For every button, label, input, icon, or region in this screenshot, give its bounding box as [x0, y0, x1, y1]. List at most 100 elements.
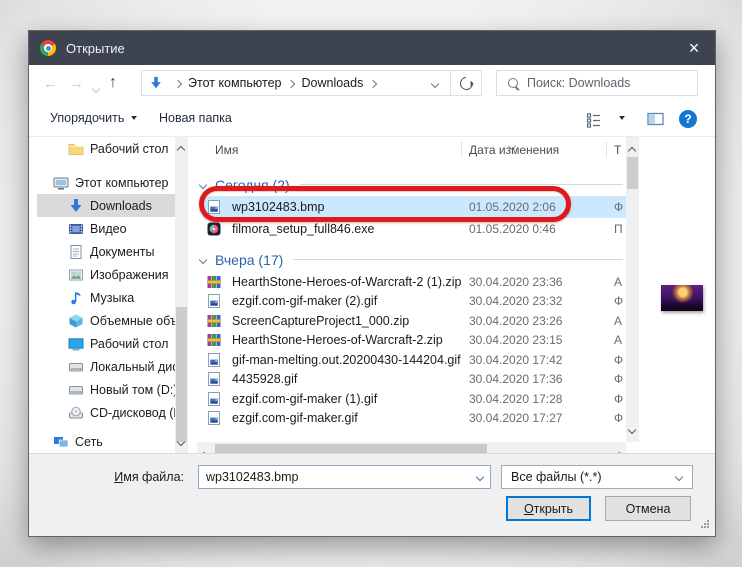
refresh-icon [456, 73, 476, 93]
open-button[interactable]: Открыть [506, 496, 591, 521]
documents-icon [68, 244, 84, 260]
up-button[interactable]: ↑ [109, 75, 117, 91]
column-header-date[interactable]: Дата изменения [469, 143, 559, 157]
dropdown-triangle-icon [131, 116, 138, 120]
filename-label: Имя файла: [114, 470, 184, 484]
column-separator[interactable] [461, 141, 462, 158]
search-placeholder: Поиск: Downloads [527, 76, 631, 90]
filetype-select[interactable]: Все файлы (*.*) [501, 465, 693, 489]
change-view-dropdown[interactable] [612, 116, 625, 120]
organize-button[interactable]: Упорядочить [50, 111, 138, 125]
sidebar-item-label: Локальный дис [90, 359, 175, 374]
sidebar-item-2[interactable]: Downloads [37, 194, 175, 217]
sidebar-item-label: Сеть [75, 434, 103, 449]
file-row[interactable]: 4435928.gif 30.04.2020 17:36 Ф [203, 370, 626, 390]
address-dropdown-button[interactable] [430, 76, 440, 90]
forward-button[interactable]: → [69, 76, 84, 91]
sidebar-item-12[interactable]: Сеть [37, 430, 175, 453]
file-row[interactable]: ScreenCaptureProject1_000.zip 30.04.2020 … [203, 311, 626, 331]
chevron-down-icon [91, 84, 101, 94]
change-view-button[interactable] [586, 112, 602, 131]
file-type: А [614, 333, 623, 348]
search-input[interactable]: Поиск: Downloads [496, 70, 698, 96]
resize-grip[interactable] [700, 518, 710, 532]
command-toolbar: Упорядочить Новая папка ? [29, 102, 715, 137]
new-folder-button[interactable]: Новая папка [159, 111, 232, 125]
scrollbar-thumb[interactable] [176, 307, 187, 442]
scroll-down-icon[interactable] [627, 420, 637, 438]
sidebar-item-11[interactable]: CD-дисковод (F [37, 401, 175, 424]
file-date: 30.04.2020 23:26 [469, 313, 563, 328]
sidebar-item-7[interactable]: Объемные объ [37, 309, 175, 332]
breadcrumb-item-downloads[interactable]: Downloads [301, 76, 363, 90]
scrollbar-thumb[interactable] [627, 157, 638, 189]
preview-thumbnail [661, 285, 703, 311]
downloads-icon [149, 76, 163, 90]
sidebar-item-4[interactable]: Документы [37, 240, 175, 263]
recent-locations-button[interactable] [91, 80, 101, 95]
sidebar-item-6[interactable]: Музыка [37, 286, 175, 309]
sidebar-item-label: Объемные объ [90, 313, 175, 328]
help-button[interactable]: ? [679, 110, 697, 128]
column-separator[interactable] [606, 141, 607, 158]
group-collapse-icon[interactable] [198, 180, 208, 189]
file-row[interactable]: gif-man-melting.out.20200430-144204.gif 3… [203, 350, 626, 370]
column-header-name[interactable]: Имя [215, 143, 238, 157]
file-date: 30.04.2020 17:27 [469, 411, 563, 426]
sidebar-item-3[interactable]: Видео [37, 217, 175, 240]
filelist-vertical-scrollbar[interactable] [626, 137, 639, 442]
sidebar-item-1[interactable]: Этот компьютер [37, 171, 175, 194]
sidebar-item-10[interactable]: Новый том (D:) [37, 378, 175, 401]
network-icon [53, 434, 69, 450]
folder-icon [68, 141, 84, 157]
preview-pane-icon [647, 111, 664, 130]
image-icon [206, 391, 222, 407]
filename-input[interactable] [199, 470, 470, 484]
column-header-type[interactable]: Т [614, 143, 621, 157]
music-icon [68, 290, 84, 306]
file-date: 30.04.2020 23:36 [469, 274, 563, 289]
preview-pane-button[interactable] [647, 111, 664, 130]
file-row[interactable]: ezgif.com-gif-maker.gif 30.04.2020 17:27 Ф [203, 409, 626, 429]
archive-icon [206, 274, 222, 290]
sidebar-item-label: Видео [90, 221, 127, 236]
file-row[interactable]: ezgif.com-gif-maker (2).gif 30.04.2020 23… [203, 292, 626, 312]
open-button-label: Открыть [523, 501, 574, 516]
file-row[interactable]: HearthStone-Heroes-of-Warcraft-2 (1).zip… [203, 272, 626, 292]
group-divider-line [299, 184, 623, 185]
file-type: Ф [614, 200, 624, 214]
filename-dropdown-button[interactable] [470, 472, 490, 482]
sidebar-item-9[interactable]: Локальный дис [37, 355, 175, 378]
breadcrumb-item-this-pc[interactable]: Этот компьютер [188, 76, 281, 90]
back-button[interactable]: ← [43, 76, 58, 91]
file-type: А [614, 274, 623, 289]
organize-label: Упорядочить [50, 111, 125, 125]
group-collapse-icon[interactable] [198, 255, 208, 264]
title-bar[interactable]: Открытие × [29, 31, 715, 65]
scroll-down-icon[interactable] [176, 432, 186, 450]
file-date: 30.04.2020 17:36 [469, 372, 563, 387]
sidebar-item-8[interactable]: Рабочий стол [37, 332, 175, 355]
cancel-button[interactable]: Отмена [605, 496, 691, 521]
file-row[interactable]: HearthStone-Heroes-of-Warcraft-2.zip 30.0… [203, 331, 626, 351]
file-name: 4435928.gif [232, 372, 298, 387]
refresh-button[interactable] [451, 70, 482, 96]
sidebar-item-label: Документы [90, 244, 155, 259]
close-button[interactable]: × [673, 31, 715, 65]
close-icon: × [688, 37, 700, 58]
sidebar-item-0[interactable]: Рабочий стол [37, 137, 175, 160]
chevron-right-icon [287, 76, 296, 90]
file-date: 30.04.2020 17:42 [469, 352, 563, 367]
search-icon [508, 78, 518, 88]
sidebar-scrollbar[interactable] [175, 137, 188, 454]
file-row[interactable]: ezgif.com-gif-maker (1).gif 30.04.2020 17… [203, 389, 626, 409]
image-icon [206, 352, 222, 368]
downloads-icon [68, 198, 84, 214]
chevron-down-icon [430, 79, 440, 89]
disk-icon [68, 382, 84, 398]
sidebar-item-label: Изображения [90, 267, 169, 282]
file-name: HearthStone-Heroes-of-Warcraft-2.zip [232, 333, 443, 348]
scroll-up-icon[interactable] [176, 140, 186, 158]
sidebar-item-5[interactable]: Изображения [37, 263, 175, 286]
disk-icon [68, 359, 84, 375]
